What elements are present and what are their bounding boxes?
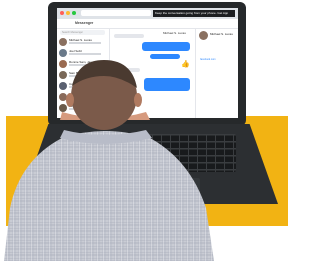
plaid-jacket [4, 131, 214, 261]
person-from-behind [4, 60, 214, 261]
left-ear [66, 93, 74, 107]
laptop-scene: Keep the conversation going from your ph… [0, 0, 294, 261]
right-ear [134, 93, 142, 107]
